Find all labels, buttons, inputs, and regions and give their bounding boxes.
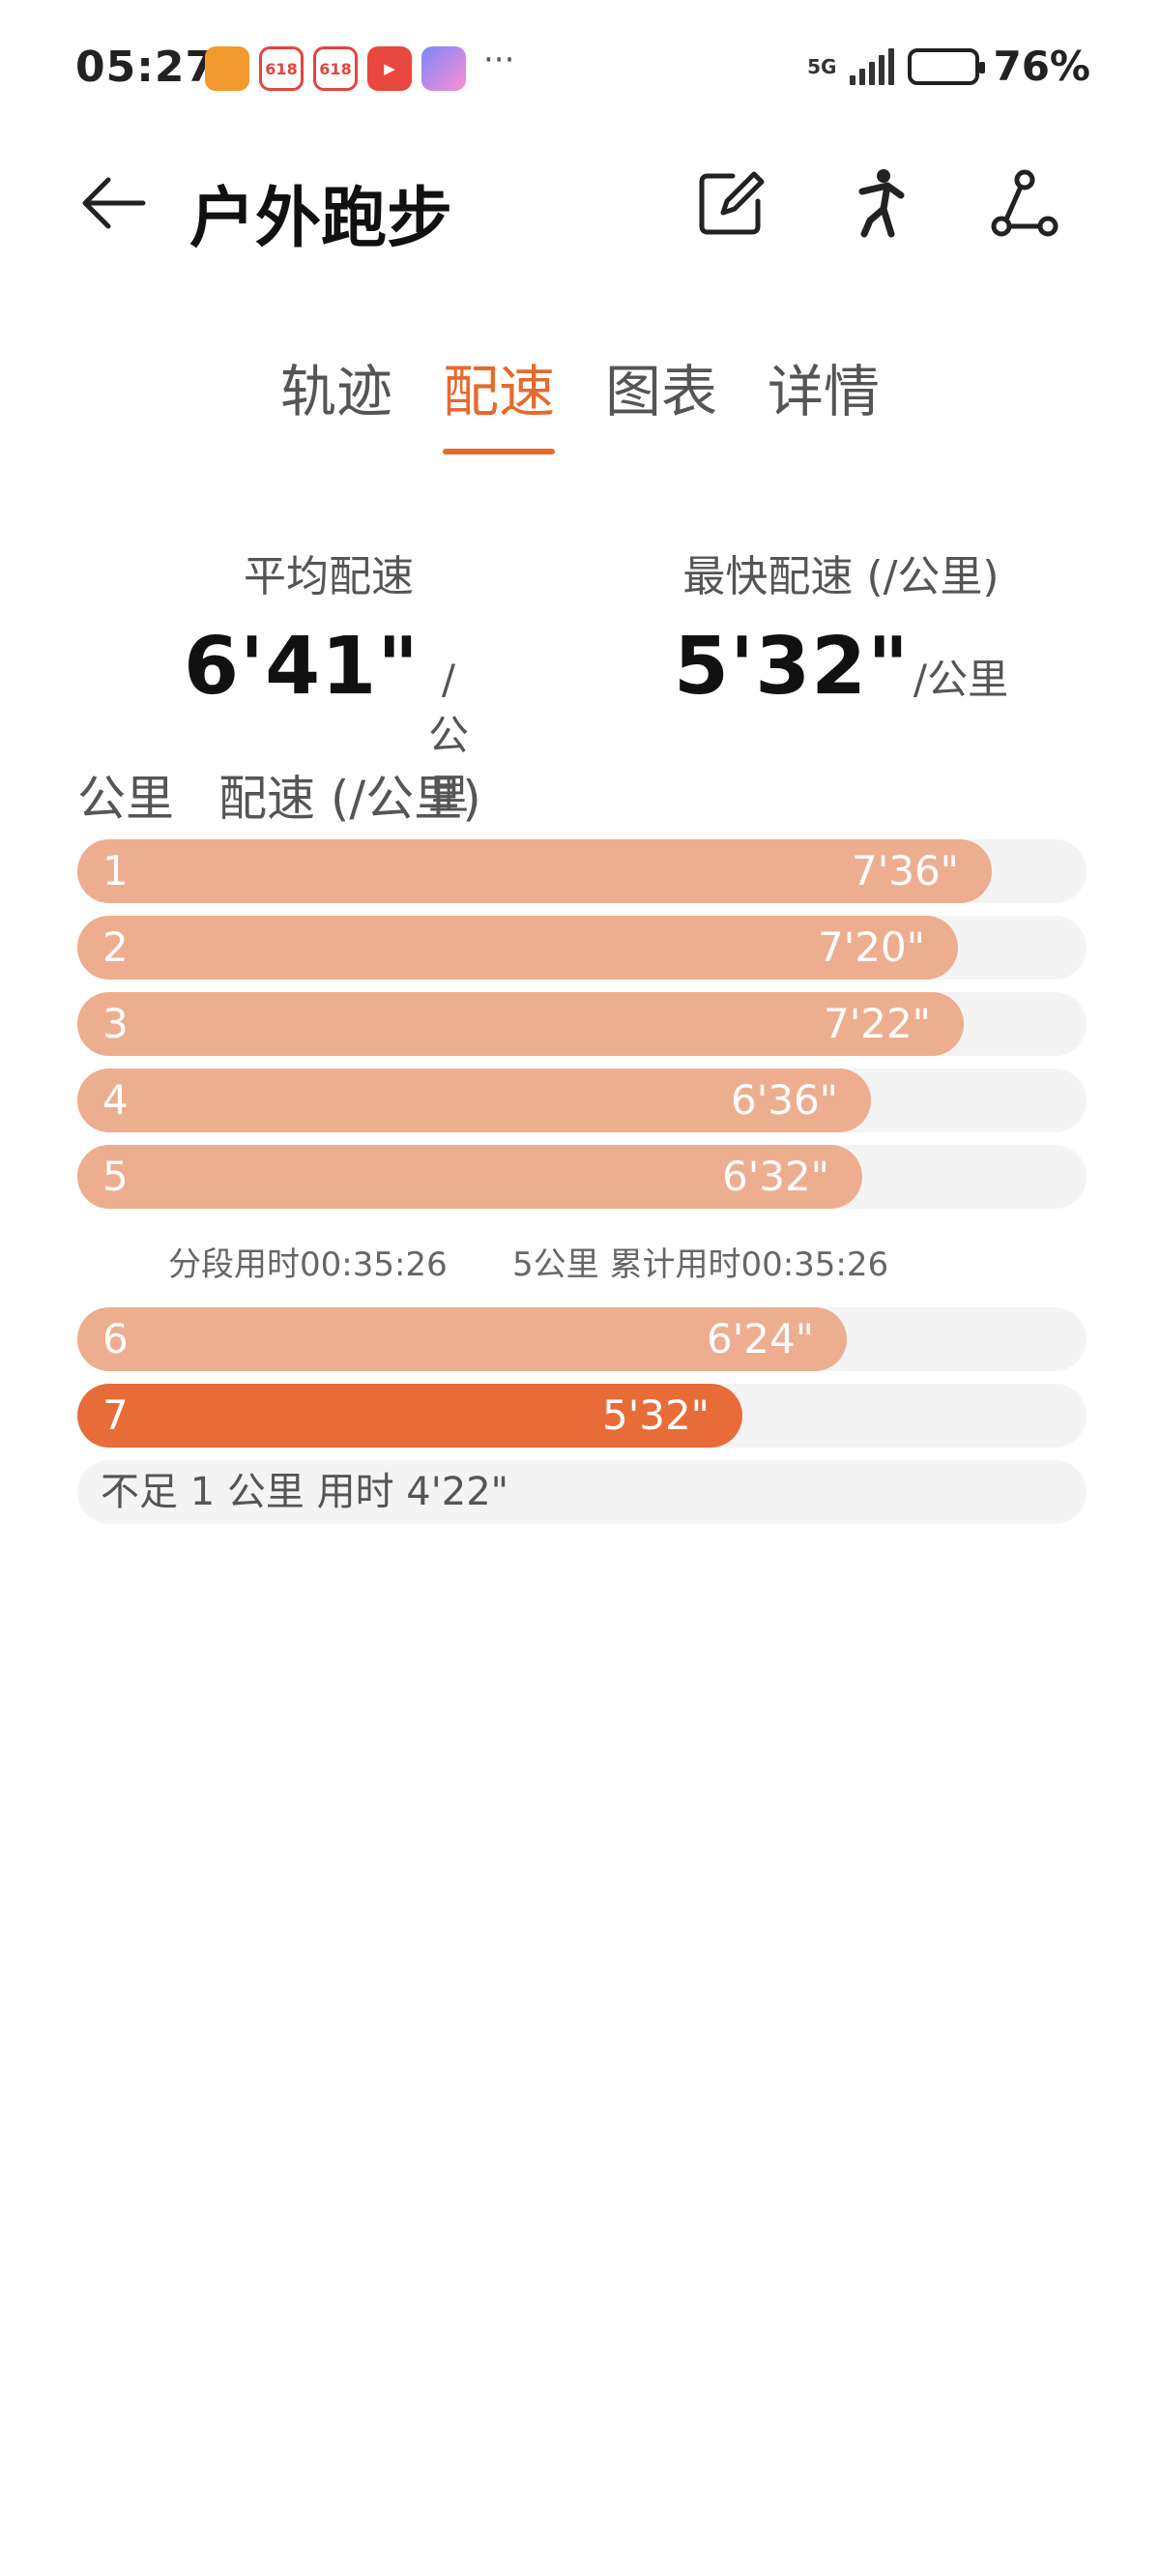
tab-bar: 轨迹 配速 图表 详情: [0, 346, 1160, 454]
status-time: 05:27: [75, 43, 217, 92]
split-km: 6: [102, 1315, 129, 1362]
split-km: 1: [102, 847, 129, 894]
split-row: 4 6'36": [77, 1068, 1087, 1132]
tab-details[interactable]: 详情: [768, 346, 880, 454]
fastest-pace-value: 5'32": [673, 621, 910, 713]
edit-icon[interactable]: [694, 166, 768, 240]
split-pace: 7'36": [851, 847, 959, 894]
split-row: 1 7'36": [77, 839, 1087, 903]
tab-track[interactable]: 轨迹: [280, 346, 392, 454]
split-pace: 7'22": [823, 1000, 931, 1047]
fastest-pace-unit: /公里: [913, 656, 1009, 703]
column-km: 公里: [77, 771, 174, 827]
split-pace: 6'24": [706, 1315, 814, 1362]
tab-charts[interactable]: 图表: [605, 346, 717, 454]
cumulative-time: 5公里 累计用时00:35:26: [512, 1245, 889, 1284]
618-app-icon: 618: [313, 46, 358, 91]
remainder-row: 不足 1 公里 用时 4'22": [77, 1460, 1087, 1524]
618-app-icon: 618: [259, 46, 304, 91]
split-row: 5 6'32": [77, 1145, 1087, 1209]
orange-app-icon: [205, 46, 249, 91]
split-km: 7: [102, 1391, 129, 1439]
split-row: 6 6'24": [77, 1307, 1087, 1371]
segment-time: 分段用时00:35:26: [168, 1245, 448, 1284]
status-bar: 05:27 618 618 ▶ ··· 5G 76%: [0, 0, 1160, 145]
split-km: 5: [102, 1153, 129, 1200]
split-row: 2 7'20": [77, 916, 1087, 980]
split-row: 7 5'32": [77, 1384, 1087, 1448]
splits-header: 公里 配速 (/公里): [77, 760, 481, 830]
notification-icons: 618 618 ▶: [205, 46, 466, 91]
page-title: 户外跑步: [189, 181, 453, 257]
fastest-pace-label: 最快配速 (/公里): [682, 552, 1000, 601]
arrow-left-icon[interactable]: [75, 164, 153, 242]
network-type: 5G: [807, 54, 837, 78]
fastest-pace-stat: 最快配速 (/公里) 5'32" /公里: [657, 542, 1025, 713]
split-pace: 5'32": [601, 1391, 710, 1439]
share-route-icon[interactable]: [988, 166, 1061, 240]
pace-screen: 05:27 618 618 ▶ ··· 5G 76% 户外跑步 轨迹 配速 图表…: [0, 0, 1160, 2576]
more-notifications-icon: ···: [483, 41, 515, 79]
avg-pace-value: 6'41": [184, 621, 420, 713]
signal-icon: [850, 47, 895, 85]
battery-icon: [908, 47, 986, 85]
split-pace: 7'20": [817, 923, 925, 971]
split-km: 2: [102, 923, 129, 971]
chat-app-icon: [421, 46, 466, 91]
status-indicators: 5G 76%: [807, 43, 1090, 90]
split-km: 4: [102, 1076, 129, 1124]
split-pace: 6'36": [730, 1076, 838, 1124]
column-pace: 配速 (/公里): [218, 771, 481, 827]
video-app-icon: ▶: [367, 46, 412, 91]
split-row: 3 7'22": [77, 992, 1087, 1056]
remainder-text: 不足 1 公里 用时 4'22": [101, 1470, 509, 1514]
runner-icon[interactable]: [841, 166, 914, 240]
battery-percent: 76%: [993, 43, 1090, 90]
split-pace: 6'32": [721, 1153, 829, 1200]
split-km: 3: [102, 1000, 129, 1047]
avg-pace-label: 平均配速: [244, 552, 414, 601]
tab-pace[interactable]: 配速: [442, 346, 556, 454]
